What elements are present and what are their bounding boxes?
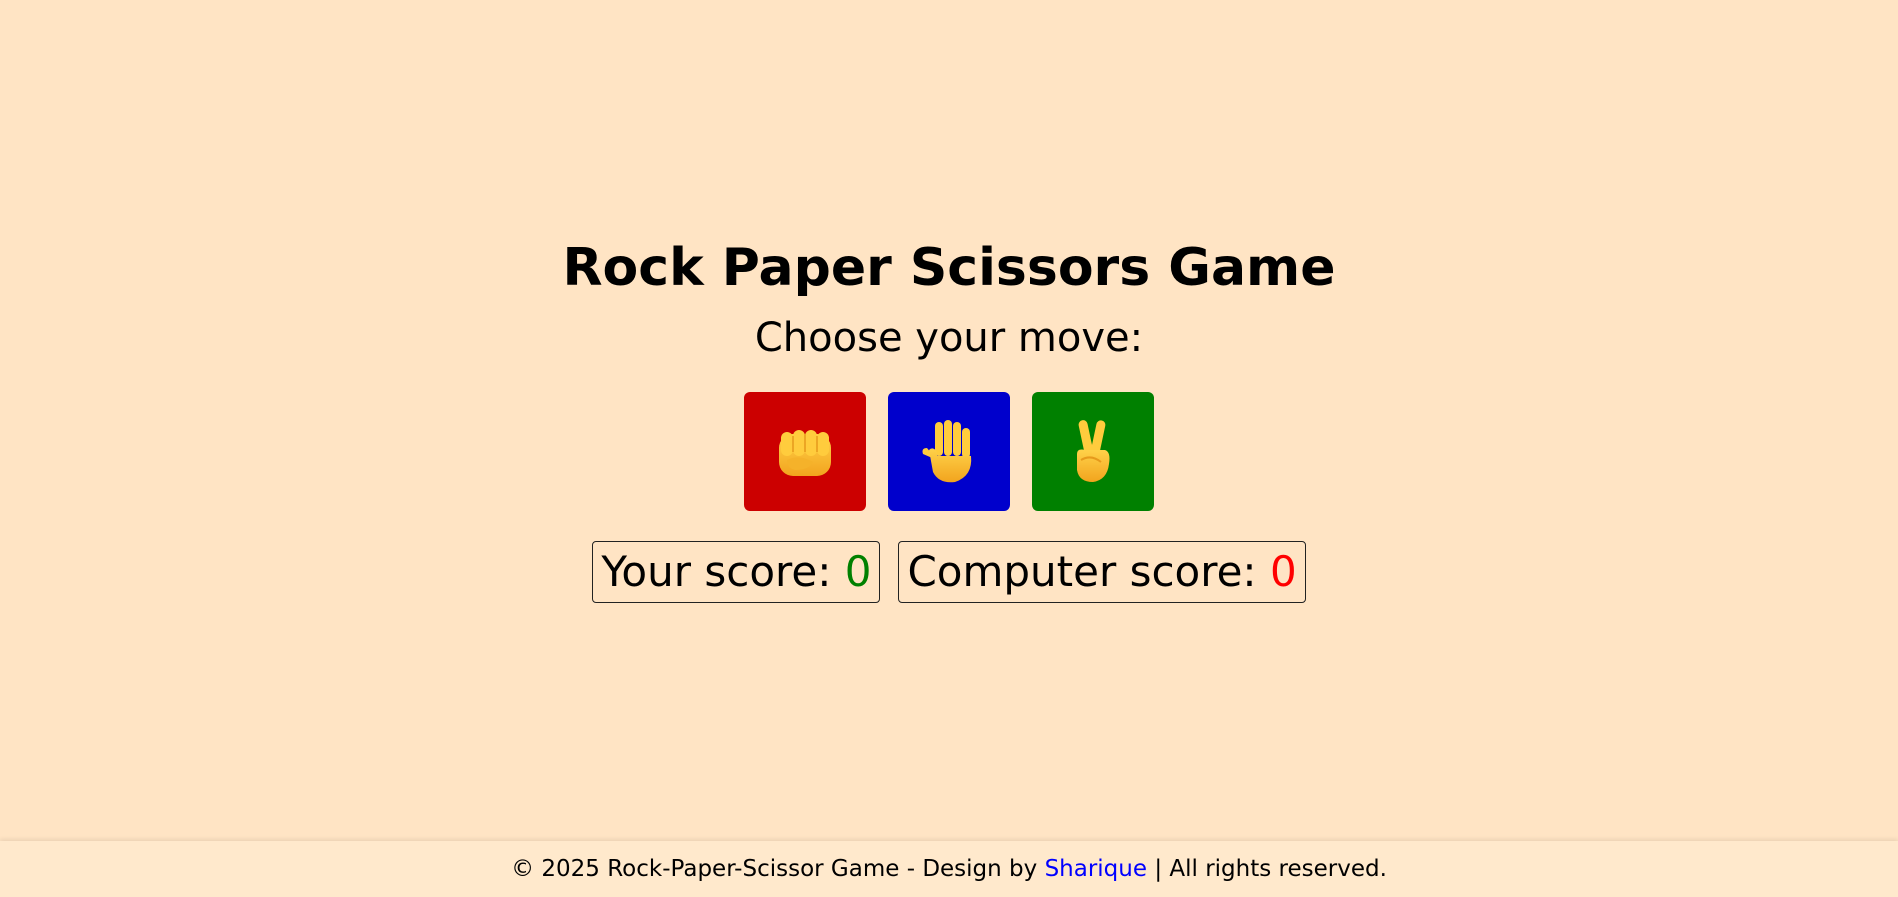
choose-move-prompt: Choose your move: <box>754 315 1144 361</box>
author-link[interactable]: Sharique <box>1045 856 1147 882</box>
scoreboard: Your score: 0 Computer score: 0 <box>0 541 1898 603</box>
game-page: Rock Paper Scissors Game Choose your mov… <box>0 0 1898 897</box>
rock-button[interactable] <box>744 392 866 511</box>
computer-score-value: 0 <box>1269 547 1297 596</box>
computer-score-box: Computer score: 0 <box>898 541 1306 603</box>
user-score-value: 0 <box>844 547 872 596</box>
raised-hand-icon <box>922 419 972 482</box>
fist-icon <box>779 429 831 476</box>
user-score-box: Your score: 0 <box>592 541 881 603</box>
page-title: Rock Paper Scissors Game <box>562 238 1336 298</box>
paper-button[interactable] <box>888 392 1010 511</box>
user-score-label: Your score: <box>601 547 845 596</box>
footer-copyright: © 2025 Rock-Paper-Scissor Game - Design … <box>511 856 1045 882</box>
computer-score-label: Computer score: <box>907 547 1270 596</box>
victory-hand-icon <box>1077 419 1110 482</box>
footer: © 2025 Rock-Paper-Scissor Game - Design … <box>0 841 1898 897</box>
footer-rights: | All rights reserved. <box>1147 856 1387 882</box>
move-choices <box>0 392 1898 511</box>
scissors-button[interactable] <box>1032 392 1154 511</box>
